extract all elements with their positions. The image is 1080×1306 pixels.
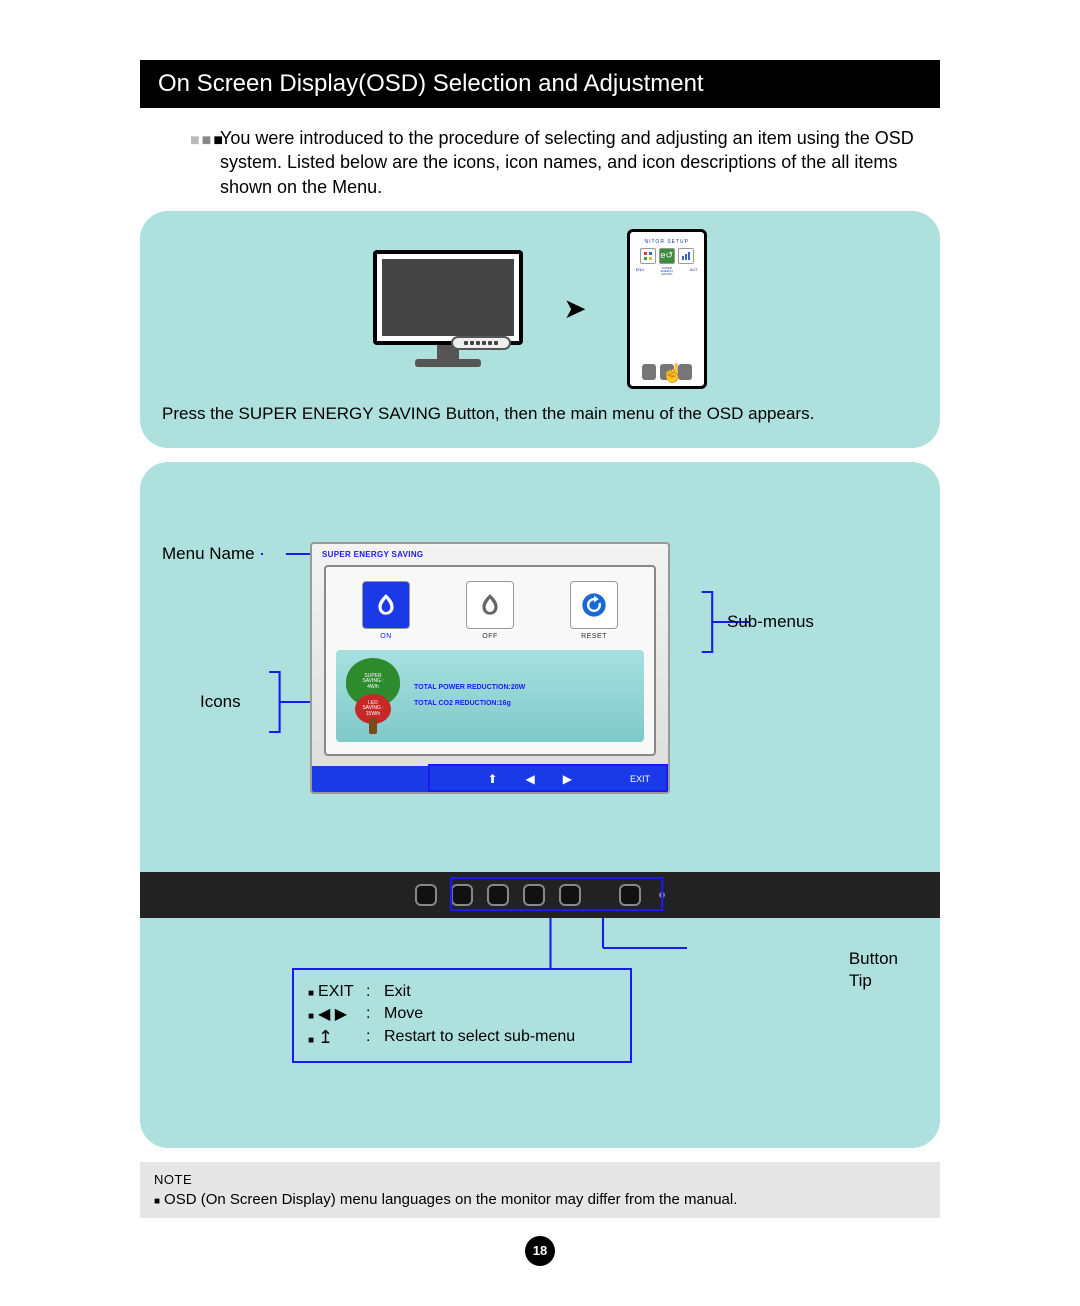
- zoom-label-right: AUT: [690, 267, 698, 276]
- arrow-right-icon: ➤: [563, 292, 586, 325]
- callout-icons: Icons: [200, 692, 241, 712]
- osd-zoom-header: NITOR SETUP: [634, 239, 700, 245]
- zoom-label-left: ENU: [636, 267, 644, 276]
- osd-window: SUPER ENERGY SAVING ON OFF RESET: [310, 542, 670, 794]
- legend-row: ■↥:Restart to select sub-menu: [308, 1027, 616, 1048]
- note-box: NOTE ■OSD (On Screen Display) menu langu…: [140, 1162, 940, 1218]
- callout-menu-name: Menu Name: [162, 544, 263, 564]
- monitor-buttons-callout: [451, 336, 511, 350]
- stat-co2: TOTAL CO2 REDUCTION:16g: [414, 696, 525, 711]
- intro-text: You were introduced to the procedure of …: [220, 126, 940, 199]
- osd-menu-title: SUPER ENERGY SAVING: [312, 544, 668, 565]
- bezel-led-icon: [659, 892, 665, 898]
- note-heading: NOTE: [154, 1172, 926, 1187]
- monitor-illustration: [373, 250, 523, 367]
- tree-icon: SUPER SAVING : 4W/h LED SAVING : 15W/h: [346, 658, 400, 734]
- callout-submenus: Sub-menus: [727, 612, 814, 632]
- bullet-ornament: ■■■: [190, 132, 220, 150]
- nav-exit-button[interactable]: EXIT: [630, 774, 650, 784]
- monitor-bezel: [140, 872, 940, 918]
- hand-pointer-icon: ☝: [662, 363, 684, 384]
- page-number: 18: [525, 1236, 555, 1266]
- legend-row: ■◀ ▶:Move: [308, 1004, 616, 1024]
- bezel-button[interactable]: [451, 884, 473, 906]
- legend-box: ■EXIT:Exit ■◀ ▶:Move ■↥:Restart to selec…: [292, 968, 632, 1063]
- osd-option-on[interactable]: ON: [359, 581, 413, 640]
- panel1-caption: Press the SUPER ENERGY SAVING Button, th…: [162, 403, 918, 426]
- nav-up-icon[interactable]: ⬆: [487, 772, 497, 786]
- intro-paragraph: ■■■ You were introduced to the procedure…: [140, 126, 940, 199]
- panel-step1: ➤ NITOR SETUP e↺ ENU SUPER ENERGY SAVING…: [140, 211, 940, 448]
- bezel-button[interactable]: [523, 884, 545, 906]
- callout-button-tip: Button Tip: [849, 948, 898, 992]
- osd-option-reset[interactable]: RESET: [567, 581, 621, 640]
- note-body: ■OSD (On Screen Display) menu languages …: [154, 1191, 926, 1208]
- osd-option-off[interactable]: OFF: [463, 581, 517, 640]
- bezel-button[interactable]: [487, 884, 509, 906]
- zoom-icon-1: [640, 248, 656, 264]
- zoom-btn: [642, 364, 656, 380]
- legend-row: ■EXIT:Exit: [308, 983, 616, 1001]
- page-title: On Screen Display(OSD) Selection and Adj…: [140, 60, 940, 108]
- zoom-icon-3: [678, 248, 694, 264]
- bezel-button[interactable]: [415, 884, 437, 906]
- stat-power: TOTAL POWER REDUCTION:20W: [414, 680, 525, 695]
- osd-nav-bar: ⬆ ◀ ▶ EXIT: [312, 766, 668, 792]
- panel-step2: Menu Name Icons Sub-menus SUPER ENERGY S…: [140, 462, 940, 1148]
- zoom-label-mid: SUPER ENERGY SAVING: [657, 267, 677, 276]
- bezel-button[interactable]: [559, 884, 581, 906]
- zoom-icon-eco: e↺: [659, 248, 675, 264]
- nav-right-icon[interactable]: ▶: [563, 772, 572, 786]
- nav-left-icon[interactable]: ◀: [526, 772, 535, 786]
- bezel-power-button[interactable]: [619, 884, 641, 906]
- osd-stats-area: SUPER SAVING : 4W/h LED SAVING : 15W/h T…: [336, 650, 644, 742]
- osd-zoom-illustration: NITOR SETUP e↺ ENU SUPER ENERGY SAVING A…: [627, 229, 707, 389]
